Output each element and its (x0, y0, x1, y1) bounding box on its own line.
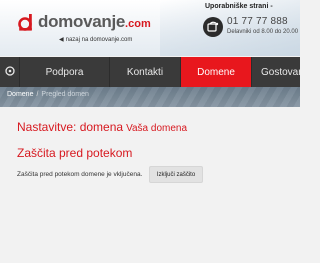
expiry-protection-status: Zaščita pred potekom domene je vključena… (17, 171, 143, 178)
page-title-domain: Vaša domena (126, 123, 188, 134)
logo-mark-icon (17, 13, 35, 31)
logo[interactable]: domovanje .com (17, 11, 151, 33)
support-phone-number[interactable]: 01 77 77 888 (227, 16, 288, 27)
main-navigation: Podpora Kontakti Domene Gostovar (0, 57, 300, 87)
support-contact: 01 77 77 888 Delavniki od 8.00 do 20.00 (203, 14, 300, 40)
logo-text: domovanje (38, 12, 126, 31)
disable-protection-button[interactable]: Izključi zaščito (149, 166, 203, 183)
logo-tld: .com (125, 18, 151, 30)
breadcrumb-band: Domene / Pregled domen (0, 87, 300, 107)
breadcrumb-separator: / (36, 91, 39, 98)
back-link-label: nazaj na domovanje.com (65, 36, 133, 43)
breadcrumb-item-domene[interactable]: Domene (7, 91, 33, 98)
section-title-expiry-protection: Zaščita pred potekom (17, 146, 133, 160)
back-arrow-icon: ◀ (59, 37, 64, 43)
user-pages-link[interactable]: Uporabniške strani - (205, 3, 273, 10)
site-header: domovanje .com ◀ nazaj na domovanje.com … (0, 0, 300, 56)
nav-item-gostovanje[interactable]: Gostovar (252, 57, 300, 87)
nav-home[interactable] (0, 57, 20, 87)
nav-item-domene[interactable]: Domene (181, 57, 252, 87)
nav-item-podpora[interactable]: Podpora (20, 57, 110, 87)
breadcrumb-item-current: Pregled domen (41, 91, 89, 98)
phone-support-icon (203, 17, 223, 37)
home-icon (4, 63, 15, 81)
main-content: Nastavitve: domena Vaša domena Zaščita p… (0, 107, 300, 263)
support-hours: Delavniki od 8.00 do 20.00 (227, 29, 299, 35)
nav-item-kontakti[interactable]: Kontakti (110, 57, 181, 87)
page-title: Nastavitve: domena Vaša domena (17, 120, 187, 134)
page-title-label: Nastavitve: domena (17, 120, 124, 134)
breadcrumb: Domene / Pregled domen (7, 91, 89, 98)
back-to-site-link[interactable]: ◀ nazaj na domovanje.com (59, 36, 133, 44)
